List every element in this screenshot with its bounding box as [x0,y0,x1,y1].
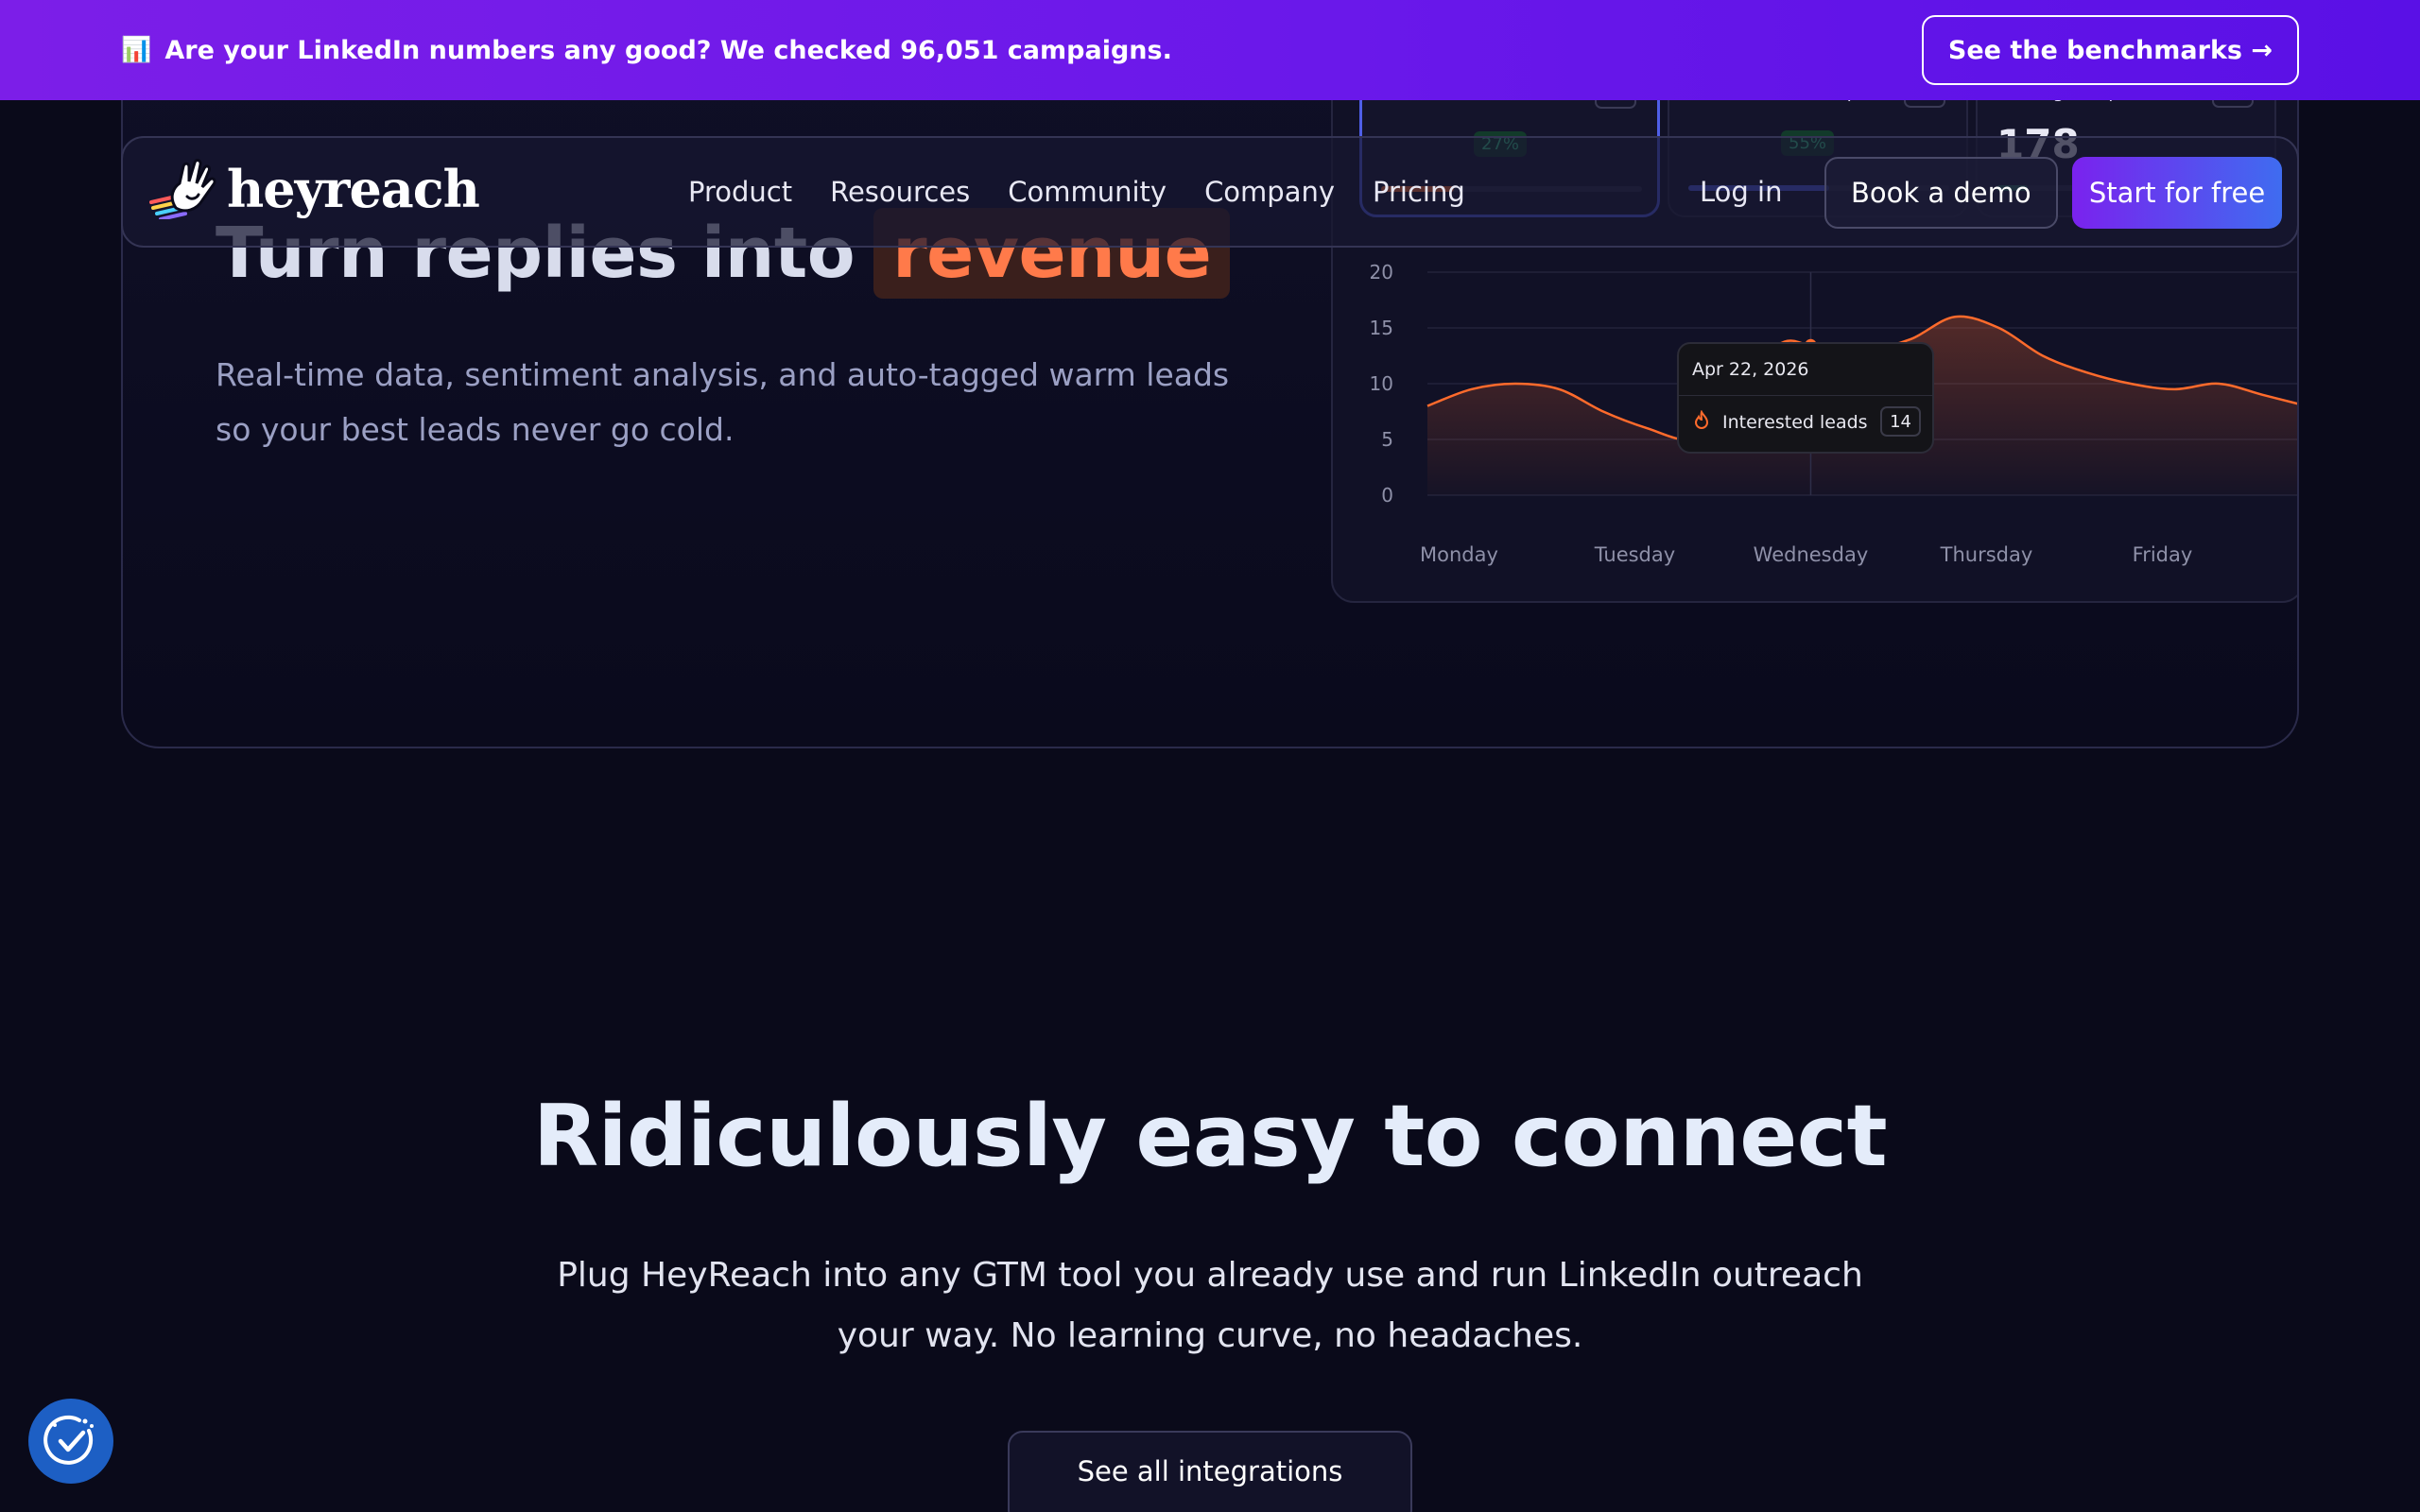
see-integrations-button[interactable]: See all integrations [1008,1431,1412,1512]
connect-section-subtitle: Plug HeyReach into any GTM tool you alre… [557,1256,1863,1355]
x-tick-label: Tuesday [1594,543,1675,566]
main-navigation: heyreach Product Resources Community Compan… [121,136,2299,248]
flame-icon [1692,409,1711,436]
connect-section-title: Ridiculously easy to connect [532,1087,1888,1186]
consent-check-icon [43,1415,94,1465]
chart-tooltip: Apr 22, 2026 Interested leads 14 [1677,342,1934,454]
waving-hand-icon [149,159,216,219]
tooltip-value: 14 [1880,406,1921,437]
x-tick-label: Friday [2133,543,2193,566]
announcement-banner: 📊 Are your LinkedIn numbers any good? We… [0,0,2420,100]
y-tick-label: 15 [1370,317,1393,339]
y-tick-label: 10 [1370,372,1393,395]
cookie-consent-button[interactable] [28,1399,113,1484]
see-benchmarks-button[interactable]: See the benchmarks → [1921,15,2299,85]
nav-link-community[interactable]: Community [1008,176,1167,208]
heyreach-logo[interactable]: heyreach [147,159,480,219]
x-tick-label: Wednesday [1754,543,1869,566]
tooltip-date: Apr 22, 2026 [1692,359,1809,380]
nav-link-resources[interactable]: Resources [830,176,970,208]
tooltip-series-label: Interested leads [1722,412,1868,433]
x-tick-label: Thursday [1940,543,2033,566]
nav-link-product[interactable]: Product [688,176,792,208]
nav-links: Product Resources Community Company Pricing [688,138,1503,246]
nav-link-company[interactable]: Company [1204,176,1335,208]
y-tick-label: 20 [1370,261,1393,284]
banner-text: Are your LinkedIn numbers any good? We c… [164,35,1172,65]
start-free-button[interactable]: Start for free [2072,157,2282,229]
banner-message: 📊 Are your LinkedIn numbers any good? We… [121,36,1172,65]
tooltip-divider [1679,395,1932,396]
hero-subtitle: Real-time data, sentiment analysis, and … [216,356,1230,448]
nav-link-pricing[interactable]: Pricing [1373,176,1465,208]
y-tick-label: 0 [1381,484,1393,507]
x-tick-label: Monday [1420,543,1498,566]
logo-text: heyreach [227,159,480,219]
y-tick-label: 5 [1381,428,1393,451]
login-link[interactable]: Log in [1700,176,1782,208]
book-demo-button[interactable]: Book a demo [1824,157,2058,229]
bar-chart-icon: 📊 [121,36,152,64]
